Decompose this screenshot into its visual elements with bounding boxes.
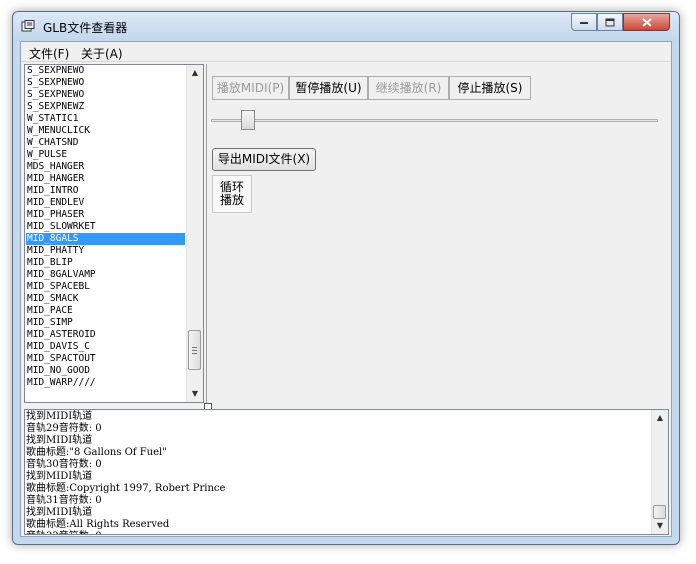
- minimize-button[interactable]: [571, 13, 597, 31]
- app-window: GLB文件查看器 文件(F) 关于(A) S_SEXPNEWO S_SEXPNEW…: [12, 11, 680, 545]
- track-list-item[interactable]: S_SEXPNEWZ: [26, 101, 185, 113]
- pause-button[interactable]: 暂停播放(U): [289, 76, 368, 100]
- scroll-thumb[interactable]: [188, 330, 201, 370]
- log-line: 音轨30音符数: 0: [26, 459, 102, 470]
- play-midi-button[interactable]: 播放MIDI(P): [212, 76, 289, 100]
- export-midi-button[interactable]: 导出MIDI文件(X): [212, 148, 316, 171]
- track-list-item[interactable]: MID_SMACK: [26, 293, 185, 305]
- stop-button[interactable]: 停止播放(S): [449, 76, 531, 100]
- track-list-item[interactable]: MID_PACE: [26, 305, 185, 317]
- track-list-item[interactable]: W_MENUCLICK: [26, 125, 185, 137]
- track-list-item[interactable]: S_SEXPNEWO: [26, 65, 185, 77]
- vertical-splitter[interactable]: [206, 64, 210, 403]
- track-list-item[interactable]: MID_SPACTOUT: [26, 353, 185, 365]
- log-line: 音轨29音符数: 0: [26, 423, 102, 434]
- log-line: 找到MIDI轨道: [26, 411, 93, 422]
- progress-slider-thumb[interactable]: [241, 110, 255, 130]
- track-list-item[interactable]: MID_DAVIS_C: [26, 341, 185, 353]
- track-list-item[interactable]: MID_PHASER: [26, 209, 185, 221]
- track-list-item[interactable]: MID_INTRO: [26, 185, 185, 197]
- log-line: 歌曲标题:"8 Gallons Of Fuel": [26, 447, 167, 458]
- track-list[interactable]: S_SEXPNEWO S_SEXPNEWO S_SEXPNEWO S_SEXPNEWZ…: [24, 64, 204, 403]
- window-title: GLB文件查看器: [43, 21, 128, 35]
- track-list-item[interactable]: MID_SPACEBL: [26, 281, 185, 293]
- track-list-item[interactable]: MID_8GALS: [26, 233, 185, 245]
- log-line: 找到MIDI轨道: [26, 435, 93, 446]
- log-scroll-thumb[interactable]: [653, 505, 666, 519]
- log-output[interactable]: 找到MIDI轨道 音轨29音符数: 0 找到MIDI轨道 歌曲标题:"8 Gallon…: [24, 409, 669, 535]
- track-list-item[interactable]: MID_WARP////: [26, 377, 185, 389]
- loop-label-line2: 播放: [219, 193, 244, 207]
- track-list-item[interactable]: MID_HANGER: [26, 173, 185, 185]
- scroll-up-arrow-icon[interactable]: ▲: [187, 65, 203, 81]
- menu-file[interactable]: 文件(F): [29, 45, 69, 62]
- maximize-button[interactable]: [597, 13, 623, 31]
- log-line: 歌曲标题:Copyright 1997, Robert Prince: [26, 483, 226, 494]
- title-bar[interactable]: GLB文件查看器: [13, 12, 679, 41]
- resume-button[interactable]: 继续播放(R): [368, 76, 449, 100]
- log-line: 歌曲标题:All Rights Reserved: [26, 519, 170, 530]
- loop-play-button[interactable]: 循环 播放: [212, 175, 252, 213]
- log-scrollbar[interactable]: ▲ ▼: [651, 410, 668, 534]
- track-list-item[interactable]: MID_ENDLEV: [26, 197, 185, 209]
- track-list-item[interactable]: MID_NO_GOOD: [26, 365, 185, 377]
- track-list-item[interactable]: S_SEXPNEWO: [26, 77, 185, 89]
- track-list-item[interactable]: MID_BLIP: [26, 257, 185, 269]
- menu-bar: 文件(F) 关于(A): [21, 42, 671, 62]
- track-list-item[interactable]: MID_8GALVAMP: [26, 269, 185, 281]
- track-list-item[interactable]: MID_SIMP: [26, 317, 185, 329]
- scroll-down-arrow-icon[interactable]: ▼: [187, 386, 203, 402]
- track-list-item[interactable]: W_CHATSND: [26, 137, 185, 149]
- track-list-scrollbar[interactable]: ▲ ▼: [186, 65, 203, 402]
- close-icon: [641, 17, 652, 27]
- close-button[interactable]: [623, 13, 670, 31]
- log-line: 找到MIDI轨道: [26, 471, 93, 482]
- scroll-down-arrow-icon[interactable]: ▼: [652, 518, 668, 534]
- player-toolbar: 播放MIDI(P) 暂停播放(U) 继续播放(R) 停止播放(S): [211, 76, 531, 101]
- log-line: 音轨31音符数: 0: [26, 495, 102, 506]
- menu-about[interactable]: 关于(A): [81, 45, 123, 62]
- progress-slider[interactable]: [211, 119, 658, 122]
- log-line: 音轨32音符数: 0: [26, 531, 102, 534]
- track-list-item[interactable]: MDS_HANGER: [26, 161, 185, 173]
- track-list-item[interactable]: W_STATIC1: [26, 113, 185, 125]
- player-pane: 播放MIDI(P) 暂停播放(U) 继续播放(R) 停止播放(S) 导出MIDI…: [211, 64, 668, 403]
- maximize-icon: [605, 18, 615, 26]
- track-list-item[interactable]: MID_PHATTY: [26, 245, 185, 257]
- track-list-item[interactable]: S_SEXPNEWO: [26, 89, 185, 101]
- track-list-item[interactable]: MID_SLOWRKET: [26, 221, 185, 233]
- minimize-icon: [580, 22, 588, 24]
- track-list-item[interactable]: W_PULSE: [26, 149, 185, 161]
- client-area: 文件(F) 关于(A) S_SEXPNEWO S_SEXPNEWO S_SEXPNE…: [20, 41, 672, 537]
- scroll-up-arrow-icon[interactable]: ▲: [652, 410, 668, 426]
- track-list-item[interactable]: MID_ASTEROID: [26, 329, 185, 341]
- log-line: 找到MIDI轨道: [26, 507, 93, 518]
- app-icon: [21, 20, 35, 33]
